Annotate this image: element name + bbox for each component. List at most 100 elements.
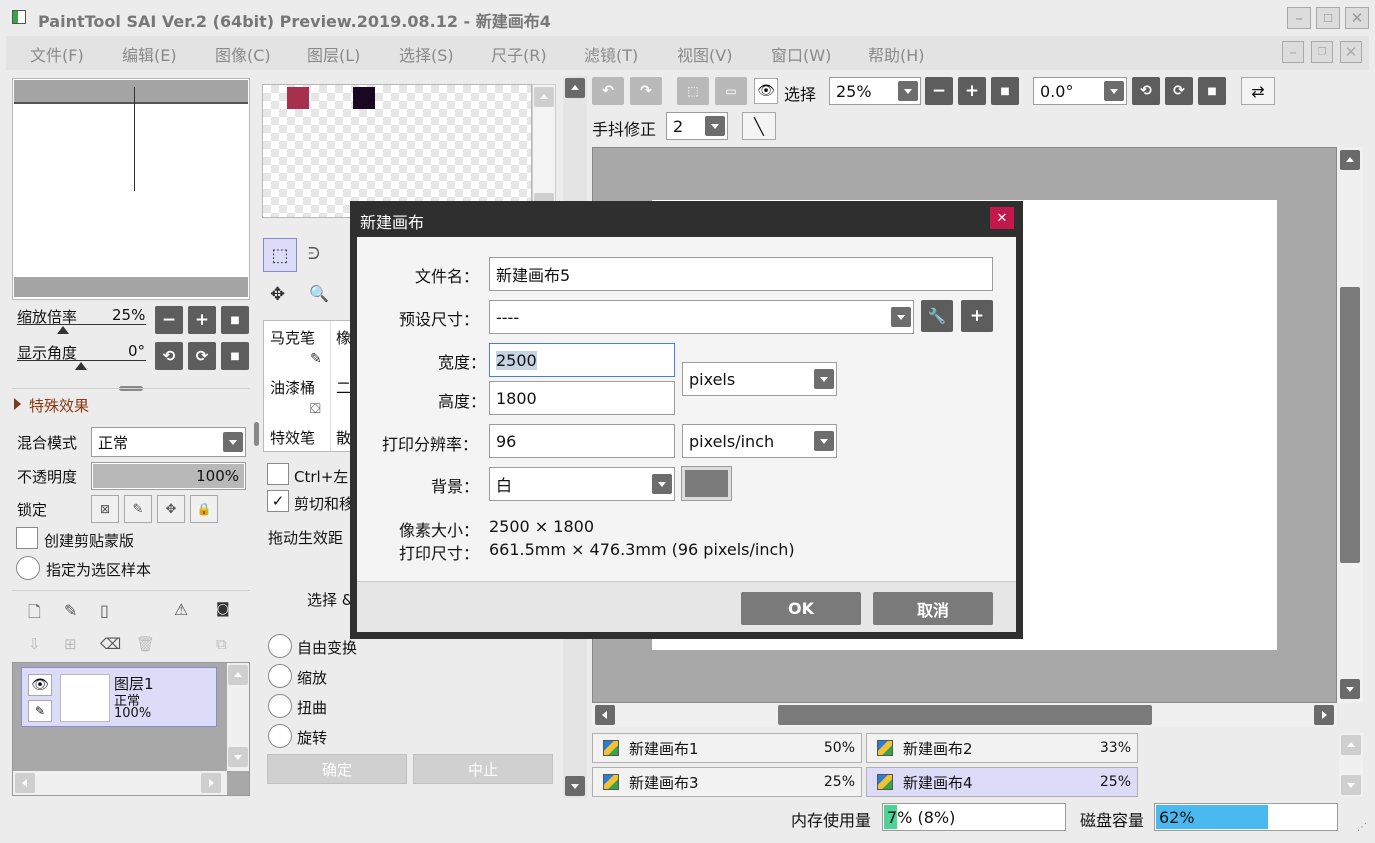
deselect-button[interactable]: ⬚ [677,77,709,105]
canvas-tab-3[interactable]: 新建画布3 25% [592,767,862,797]
resize-grip-icon[interactable]: ⋰ [1357,822,1367,833]
bg-color-swatch[interactable] [681,466,732,501]
toolbar-zoom-out-button[interactable]: − [925,77,953,105]
canvas-hscrollbar[interactable] [592,703,1337,727]
layer-visibility-eye-icon[interactable]: 👁 [28,674,52,696]
mdi-minimize-button[interactable]: – [1282,41,1304,63]
layer-pen-icon[interactable]: ✎ [28,700,52,722]
stabilizer-select[interactable]: 2 [666,112,728,140]
dpi-input[interactable]: 96 [489,424,675,458]
color-swatch-1[interactable] [287,87,309,109]
scroll-left-arrow[interactable] [15,773,35,793]
height-input[interactable]: 1800 [489,381,675,415]
lock-move-button[interactable]: ✥ [157,495,185,523]
layer-row[interactable]: 👁 ✎ 图层1 正常 100% [21,667,217,727]
clear-layer-icon[interactable]: ⌫ [100,635,121,653]
distort-radio[interactable] [268,694,292,718]
duplicate-layer-icon[interactable]: ⧉ [216,635,227,653]
size-unit-select[interactable]: pixels [682,362,837,396]
angle-slider[interactable] [17,360,146,370]
toolbar-rotate-left-button[interactable]: ⟲ [1132,77,1160,105]
close-window-button[interactable]: ✕ [1345,7,1369,29]
transform-abort-button[interactable]: 中止 [413,754,553,784]
canvas-tab-1[interactable]: 新建画布1 50% [592,733,862,763]
menu-filter[interactable]: 滤镜(T) [584,42,638,66]
undo-button[interactable]: ↶ [592,77,624,105]
brush-scatter[interactable]: 散 [336,427,351,448]
select-visibility-eye-icon[interactable]: 👁 [754,78,778,104]
dpi-unit-select[interactable]: pixels/inch [682,424,837,458]
scroll-up-arrow[interactable] [534,87,554,107]
merge-icon[interactable]: ⊞ [64,635,77,653]
dialog-close-button[interactable]: ✕ [990,207,1014,229]
scroll-right-arrow[interactable] [201,773,221,793]
canvas-tab-4[interactable]: 新建画布4 25% [866,767,1138,797]
effects-label[interactable]: 特殊效果 [29,395,89,416]
redo-button[interactable]: ↷ [630,77,662,105]
brush-effect[interactable]: 特效笔 [270,427,315,448]
rotate-radio[interactable] [268,724,292,748]
layer-mask-icon[interactable]: ◙ [216,601,230,617]
brush-bucket[interactable]: 油漆桶 [270,377,315,398]
new-pen-layer-icon[interactable]: ✎ [64,601,77,620]
scroll-up-arrow[interactable] [228,665,248,685]
tabs-scrollbar[interactable] [1339,733,1363,797]
angle-slider-thumb[interactable] [75,362,87,370]
clip-mask-checkbox[interactable] [16,527,38,549]
lock-transparency-button[interactable]: ⊠ [91,495,119,523]
preset-settings-button[interactable]: 🔧 [921,300,953,332]
toolbar-zoom-in-button[interactable]: + [958,77,986,105]
zoom-reset-button[interactable]: ■ [221,306,249,334]
scroll-up-arrow[interactable] [1340,150,1360,170]
ok-button[interactable]: OK [741,592,861,625]
delete-layer-icon[interactable]: 🗑 [136,635,155,653]
canvas-tab-2[interactable]: 新建画布2 33% [866,733,1138,763]
panel-vsplitter-handle[interactable] [254,422,259,446]
merge-down-icon[interactable]: ⇩ [28,635,41,653]
layer-effect-icon[interactable]: ⚠ [174,600,188,619]
layer-list-scrollbar[interactable] [227,663,249,771]
menu-select[interactable]: 选择(S) [399,42,454,66]
mdi-close-button[interactable]: ✕ [1340,41,1362,63]
zoom-tool-icon[interactable]: 🔍 [309,284,329,303]
swatch-scrollbar[interactable] [532,84,556,218]
transform-confirm-button[interactable]: 确定 [267,754,407,784]
preset-add-button[interactable]: + [961,300,993,332]
toolbar-rotate-right-button[interactable]: ⟳ [1165,77,1193,105]
free-transform-radio[interactable] [268,634,292,658]
brush-binary[interactable]: 二 [336,377,351,398]
toolbar-zoom-reset-button[interactable]: ■ [991,77,1019,105]
canvas-hscroll-thumb[interactable] [778,705,1152,725]
menu-help[interactable]: 帮助(H) [868,42,925,66]
line-tool-button[interactable]: ╲ [742,112,776,140]
scroll-down-arrow[interactable] [565,776,585,796]
rotate-left-button[interactable]: ⟲ [155,342,183,370]
scale-radio[interactable] [268,664,292,688]
rect-select-tool[interactable]: ⬚ [263,238,297,272]
scroll-left-arrow[interactable] [595,705,615,725]
color-swatch-2[interactable] [353,87,375,109]
scroll-up-arrow[interactable] [1341,735,1361,755]
rotate-reset-button[interactable]: ■ [221,342,249,370]
move-tool-icon[interactable]: ✥ [270,284,285,305]
filename-input[interactable]: 新建画布5 [489,257,993,291]
canvas-vscroll-thumb[interactable] [1340,287,1360,563]
scroll-down-arrow[interactable] [1341,775,1361,795]
lock-paint-button[interactable]: ✎ [124,495,152,523]
menu-window[interactable]: 窗口(W) [771,42,831,66]
cancel-button[interactable]: 取消 [873,592,993,625]
toolbar-zoom-select[interactable]: 25% [829,77,921,105]
menu-view[interactable]: 视图(V) [677,42,732,66]
scroll-down-arrow[interactable] [1340,679,1360,699]
zoom-slider[interactable] [17,324,146,334]
brush-eraser[interactable]: 橡 [336,327,351,348]
cut-move-checkbox[interactable]: ✓ [267,490,289,512]
menu-layer[interactable]: 图层(L) [307,42,360,66]
bg-select[interactable]: 白 [489,467,675,501]
lock-all-button[interactable]: 🔒 [190,495,218,523]
toolbar-rotate-reset-button[interactable]: ■ [1198,77,1226,105]
preset-select[interactable]: ---- [489,300,914,334]
menu-ruler[interactable]: 尺子(R) [491,42,547,66]
flip-horizontal-button[interactable]: ⇄ [1241,77,1275,105]
scroll-up-arrow[interactable] [565,78,585,98]
